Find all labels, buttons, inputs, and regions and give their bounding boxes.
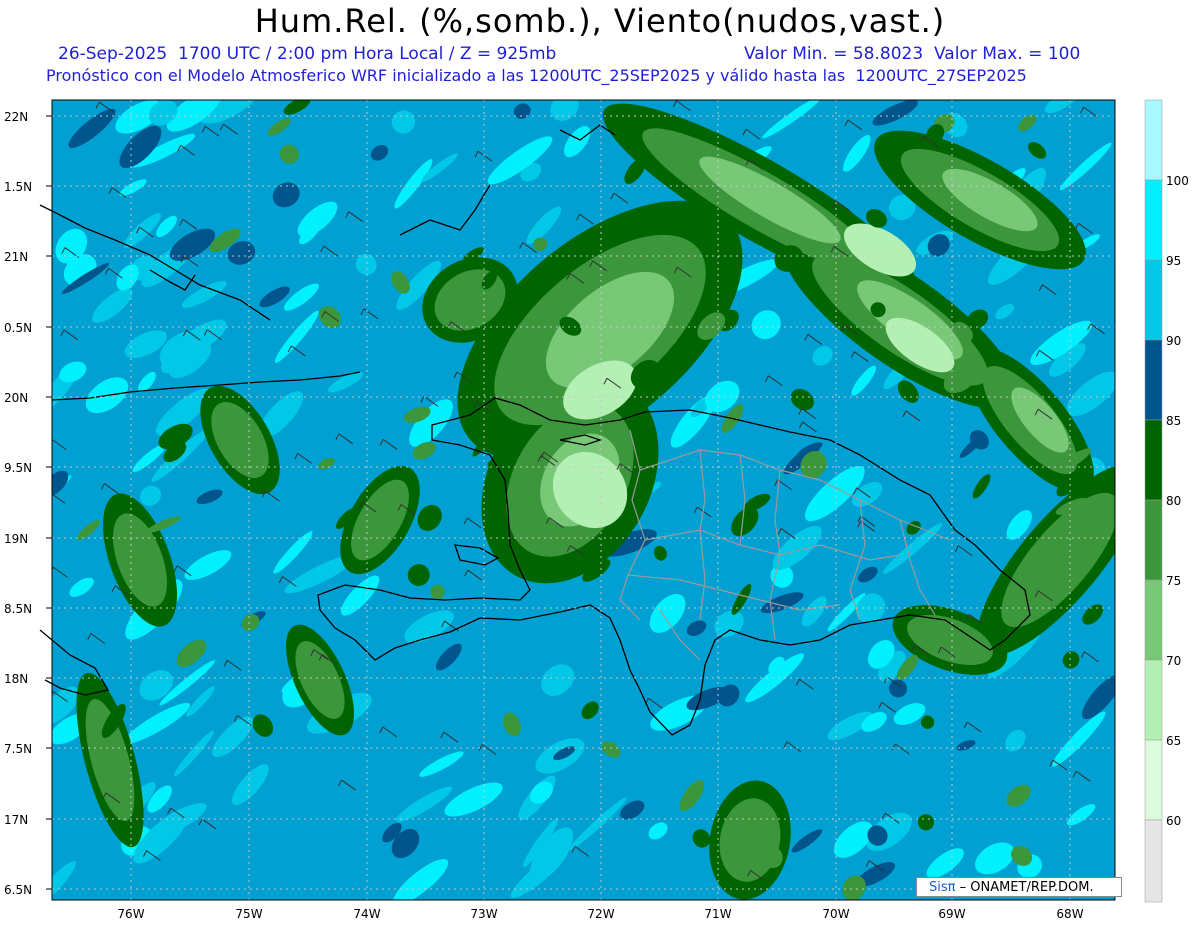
credit-text: – ONAMET/REP.DOM. <box>959 880 1094 895</box>
lon-label: 74W <box>353 907 380 921</box>
value-range: Valor Min. = 58.8023 Valor Max. = 100 <box>744 44 1081 64</box>
lat-axis: 22N 1.5N 21N 0.5N 20N 9.5N 19N 8.5N 18N … <box>4 110 52 897</box>
lat-label: 20N <box>4 391 28 405</box>
lat-label: 7.5N <box>4 742 32 756</box>
colorbar-label: 80 <box>1166 494 1181 508</box>
colorbar-swatch <box>1144 259 1163 341</box>
lon-axis: 76W 75W 74W 73W 72W 71W 70W 69W 68W <box>117 907 1083 921</box>
colorbar-label: 95 <box>1166 254 1181 268</box>
lat-label: 0.5N <box>4 321 32 335</box>
lon-label: 71W <box>704 907 731 921</box>
colorbar-swatch <box>1144 179 1163 261</box>
lon-label: 75W <box>235 907 262 921</box>
colorbar-swatch <box>1144 739 1163 821</box>
colorbar-swatch <box>1144 579 1163 661</box>
colorbar-label: 100 <box>1166 174 1189 188</box>
colorbar-label: 70 <box>1166 654 1181 668</box>
lat-label: 8.5N <box>4 602 32 616</box>
lon-label: 69W <box>938 907 965 921</box>
lat-label: 1.5N <box>4 180 32 194</box>
weather-map: 22N 1.5N 21N 0.5N 20N 9.5N 19N 8.5N 18N … <box>4 99 1189 921</box>
lat-label: 6.5N <box>4 883 32 897</box>
humidity-field <box>52 100 1115 900</box>
lat-label: 19N <box>4 532 28 546</box>
lat-label: 17N <box>4 813 28 827</box>
colorbar-swatch <box>1144 819 1163 903</box>
colorbar-label: 75 <box>1166 574 1181 588</box>
colorbar-swatch <box>1144 99 1163 181</box>
colorbar-swatch <box>1144 659 1163 741</box>
colorbar-swatch <box>1144 499 1163 581</box>
colorbar-swatch <box>1144 419 1163 501</box>
colorbar: 100 95 90 85 80 75 70 65 60 <box>1144 99 1189 903</box>
lon-label: 70W <box>822 907 849 921</box>
colorbar-label: 90 <box>1166 334 1181 348</box>
sispi-logo: Sisπ <box>929 880 956 895</box>
colorbar-label: 65 <box>1166 734 1181 748</box>
model-info: Pronóstico con el Modelo Atmosferico WRF… <box>46 66 1027 85</box>
map-title: Hum.Rel. (%,somb.), Viento(nudos,vast.) <box>254 2 946 40</box>
lat-label: 18N <box>4 672 28 686</box>
lon-label: 76W <box>117 907 144 921</box>
lon-label: 73W <box>470 907 497 921</box>
credit-box: Sisπ – ONAMET/REP.DOM. <box>916 877 1122 897</box>
lat-label: 21N <box>4 250 28 264</box>
lon-label: 68W <box>1056 907 1083 921</box>
lon-label: 72W <box>587 907 614 921</box>
colorbar-label: 60 <box>1166 814 1181 828</box>
colorbar-label: 85 <box>1166 414 1181 428</box>
lat-label: 9.5N <box>4 461 32 475</box>
colorbar-swatch <box>1144 339 1163 421</box>
lat-label: 22N <box>4 110 28 124</box>
forecast-time: 26-Sep-2025 1700 UTC / 2:00 pm Hora Loca… <box>58 44 557 64</box>
